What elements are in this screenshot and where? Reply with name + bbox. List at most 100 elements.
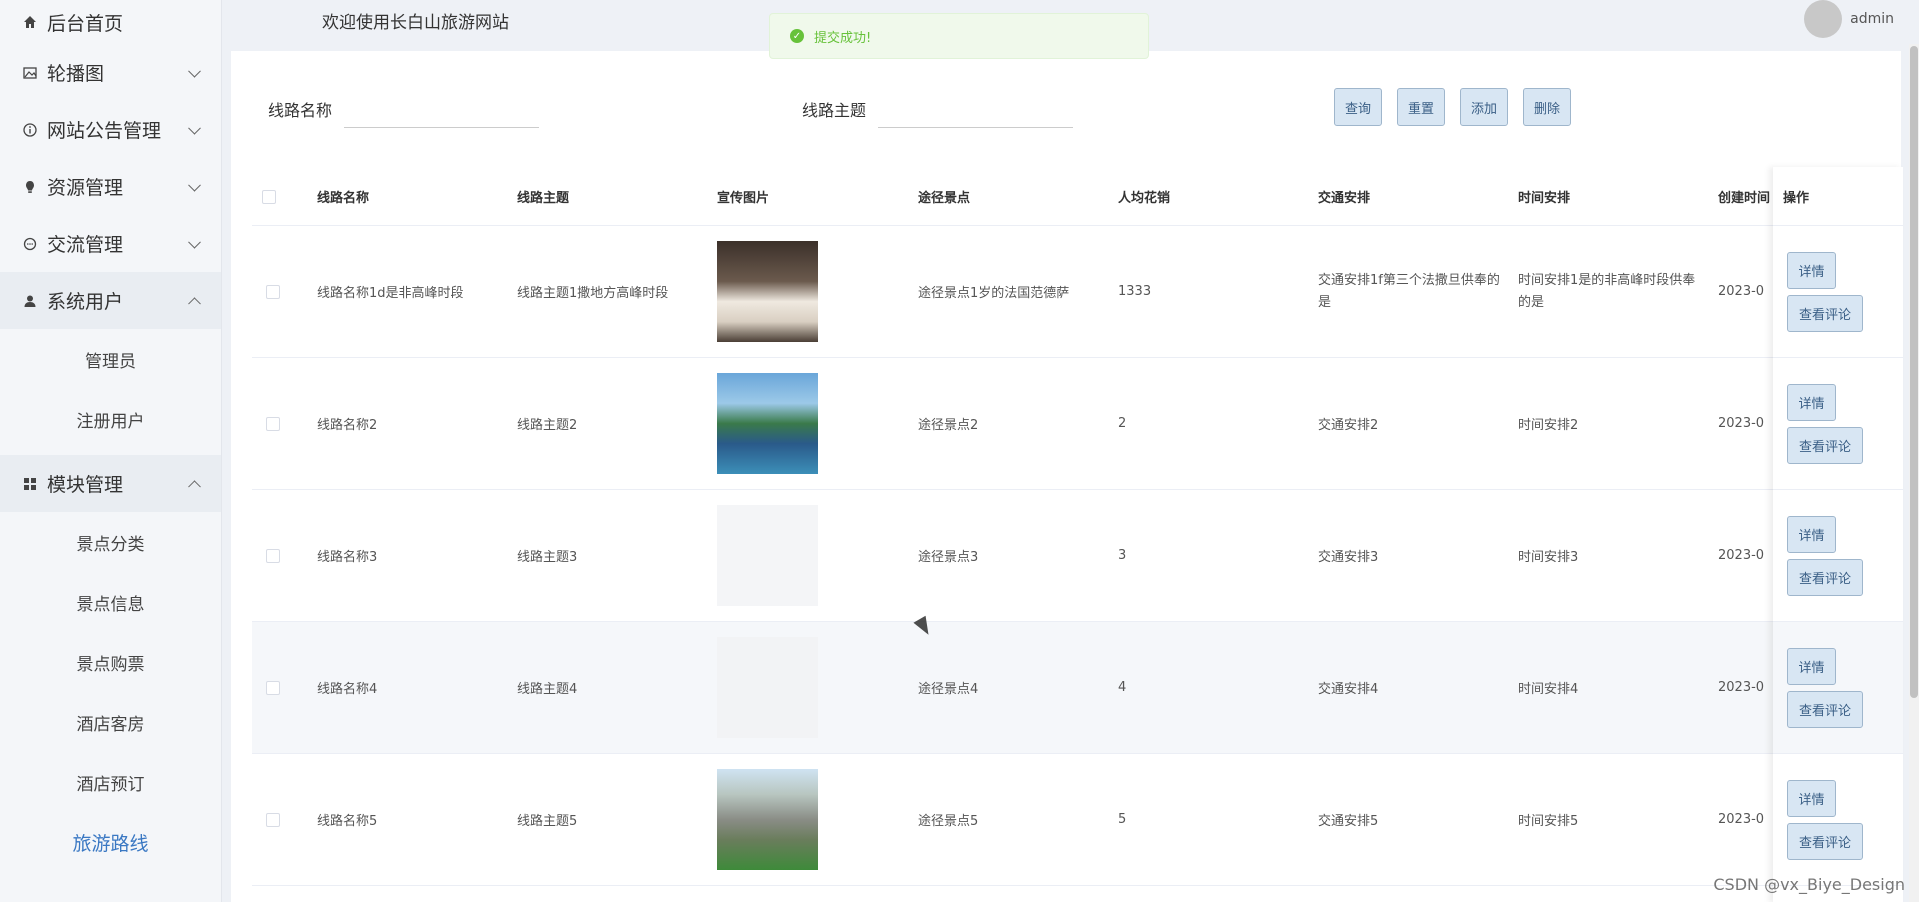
- menu-modules-label: 模块管理: [47, 474, 124, 496]
- cell-created: 2023-0: [1718, 680, 1765, 695]
- sub-registered-users[interactable]: 注册用户: [0, 389, 221, 449]
- cell-spots: 途径景点4: [918, 682, 979, 697]
- info-icon: [22, 122, 38, 138]
- watermark: CSDN @vx_Biye_Design: [1713, 875, 1905, 894]
- sub-admin[interactable]: 管理员: [0, 329, 221, 389]
- row-checkbox[interactable]: [266, 284, 280, 299]
- detail-button[interactable]: 详情: [1787, 384, 1836, 421]
- cell-created: 2023-0: [1718, 548, 1765, 563]
- detail-button[interactable]: 详情: [1787, 252, 1836, 289]
- avatar[interactable]: [1804, 0, 1843, 38]
- cell-created: 2023-0: [1718, 812, 1765, 827]
- promo-image[interactable]: [717, 769, 818, 870]
- check-circle-icon: ✓: [790, 29, 804, 43]
- menu-home-label: 后台首页: [47, 12, 124, 35]
- col-traffic[interactable]: 交通安排: [1318, 167, 1370, 226]
- cell-time: 时间安排3: [1518, 550, 1579, 565]
- cell-name: 线路名称4: [317, 682, 378, 697]
- col-name[interactable]: 线路名称: [317, 167, 369, 226]
- menu-resources[interactable]: 资源管理: [0, 158, 221, 215]
- col-created[interactable]: 创建时间: [1718, 167, 1770, 226]
- sub-spot-info[interactable]: 景点信息: [0, 572, 221, 632]
- table-row[interactable]: 线路名称4 线路主题4 途径景点4 4 交通安排4 时间安排4 2023-0: [252, 622, 1884, 754]
- chevron-down-icon: [188, 178, 201, 192]
- cell-spots: 途径景点2: [918, 418, 979, 433]
- bulb-icon: [22, 179, 38, 195]
- route-theme-input[interactable]: [878, 89, 1073, 128]
- menu-notice-label: 网站公告管理: [47, 120, 162, 142]
- menu-notice[interactable]: 网站公告管理: [0, 101, 221, 158]
- col-theme[interactable]: 线路主题: [517, 167, 569, 226]
- detail-button[interactable]: 详情: [1787, 780, 1836, 817]
- detail-button[interactable]: 详情: [1787, 516, 1836, 553]
- toast-message: 提交成功!: [814, 30, 872, 46]
- cell-name: 线路名称2: [317, 418, 378, 433]
- promo-image[interactable]: [717, 505, 818, 606]
- cell-spots: 途径景点1岁的法国范德萨: [918, 286, 1070, 301]
- scrollbar-thumb[interactable]: [1910, 46, 1918, 698]
- row-checkbox[interactable]: [266, 548, 280, 563]
- reset-button[interactable]: 重置: [1397, 88, 1446, 126]
- view-comments-button[interactable]: 查看评论: [1787, 823, 1863, 860]
- cell-spots: 途径景点3: [918, 550, 979, 565]
- promo-image[interactable]: [717, 373, 818, 474]
- cell-created: 2023-0: [1718, 416, 1765, 431]
- cell-theme: 线路主题5: [517, 814, 578, 829]
- table-row[interactable]: 线路名称5 线路主题5 途径景点5 5 交通安排5 时间安排5 2023-0: [252, 754, 1884, 886]
- row-checkbox[interactable]: [266, 680, 280, 695]
- user-name: admin: [1850, 11, 1894, 27]
- col-image[interactable]: 宣传图片: [717, 167, 769, 226]
- promo-image[interactable]: [717, 241, 818, 342]
- table-row[interactable]: 线路名称2 线路主题2 途径景点2 2 交通安排2 时间安排2 2023-0: [252, 358, 1884, 490]
- view-comments-button[interactable]: 查看评论: [1787, 559, 1863, 596]
- operations-column: 操作 详情 查看评论 详情 查看评论 详情 查看评论 详情 查看评论 详情 查看…: [1773, 167, 1903, 902]
- delete-button[interactable]: 删除: [1523, 88, 1572, 126]
- cell-traffic: 交通安排1f第三个法撒旦供奉的是: [1318, 272, 1500, 310]
- image-icon: [22, 65, 38, 81]
- sidebar: 后台首页 轮播图 网站公告管理 资源管理 交流管理 系统用户 管理员 注册用户 …: [0, 0, 222, 902]
- sub-hotel-room[interactable]: 酒店客房: [0, 692, 221, 752]
- menu-carousel[interactable]: 轮播图: [0, 44, 221, 101]
- view-comments-button[interactable]: 查看评论: [1787, 691, 1863, 728]
- add-button[interactable]: 添加: [1460, 88, 1509, 126]
- cell-traffic: 交通安排5: [1318, 814, 1379, 829]
- cell-theme: 线路主题4: [517, 682, 578, 697]
- chat-icon: [22, 236, 38, 252]
- sub-hotel-booking[interactable]: 酒店预订: [0, 752, 221, 812]
- menu-home[interactable]: 后台首页: [0, 0, 221, 44]
- route-theme-label: 线路主题: [802, 101, 867, 120]
- route-name-input[interactable]: [344, 89, 539, 128]
- menu-resources-label: 资源管理: [47, 177, 124, 199]
- view-comments-button[interactable]: 查看评论: [1787, 295, 1863, 332]
- sub-travel-route[interactable]: 旅游路线: [0, 812, 221, 872]
- cell-cost: 5: [1118, 812, 1127, 827]
- sub-spot-ticket[interactable]: 景点购票: [0, 632, 221, 692]
- view-comments-button[interactable]: 查看评论: [1787, 427, 1863, 464]
- menu-exchange[interactable]: 交流管理: [0, 215, 221, 272]
- menu-exchange-label: 交流管理: [47, 234, 124, 256]
- cell-spots: 途径景点5: [918, 814, 979, 829]
- home-icon: [22, 14, 38, 30]
- promo-image[interactable]: [717, 637, 818, 738]
- col-spots[interactable]: 途径景点: [918, 167, 970, 226]
- table-row[interactable]: 线路名称1d是非高峰时段 线路主题1撒地方高峰时段 途径景点1岁的法国范德萨 1…: [252, 226, 1884, 358]
- sub-spot-category[interactable]: 景点分类: [0, 512, 221, 572]
- welcome-title: 欢迎使用长白山旅游网站: [322, 13, 509, 33]
- menu-modules[interactable]: 模块管理: [0, 455, 221, 512]
- search-bar: 线路名称 线路主题 查询 重置 添加 删除: [231, 51, 1901, 161]
- col-time[interactable]: 时间安排: [1518, 167, 1570, 226]
- query-button[interactable]: 查询: [1334, 88, 1383, 126]
- chevron-down-icon: [188, 235, 201, 249]
- row-checkbox[interactable]: [266, 416, 280, 431]
- page-scrollbar[interactable]: [1909, 44, 1919, 902]
- detail-button[interactable]: 详情: [1787, 648, 1836, 685]
- col-cost[interactable]: 人均花销: [1118, 167, 1170, 226]
- table-row[interactable]: 线路名称3 线路主题3 途径景点3 3 交通安排3 时间安排3 2023-0: [252, 490, 1884, 622]
- menu-system-users[interactable]: 系统用户: [0, 272, 221, 329]
- select-all-checkbox[interactable]: [262, 189, 276, 204]
- row-checkbox[interactable]: [266, 812, 280, 827]
- ops-row: 详情 查看评论: [1773, 622, 1903, 754]
- route-name-label: 线路名称: [268, 101, 333, 120]
- user-menu[interactable]: admin: [1804, 0, 1894, 38]
- cell-cost: 4: [1118, 680, 1127, 695]
